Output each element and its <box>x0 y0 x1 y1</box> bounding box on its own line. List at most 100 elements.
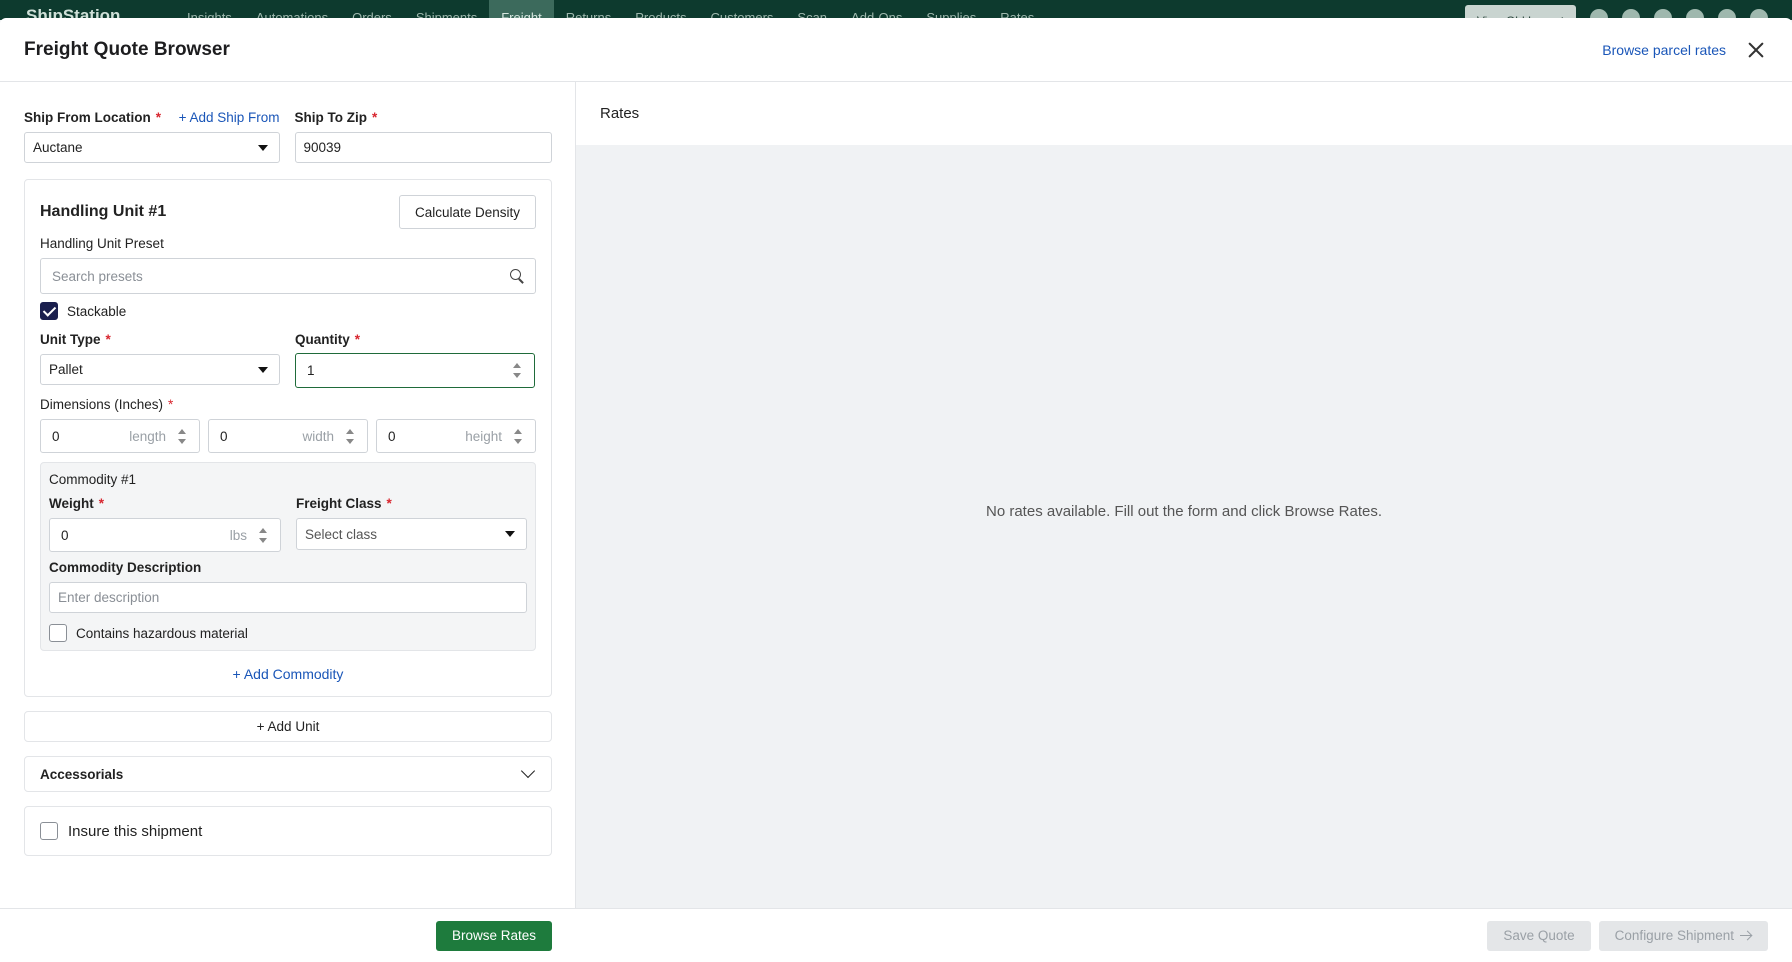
nav-item-customers[interactable]: Customers <box>699 0 786 20</box>
preset-label: Handling Unit Preset <box>40 236 164 251</box>
accessorials-label: Accessorials <box>40 766 124 782</box>
caret-down-icon <box>257 144 268 151</box>
insure-label: Insure this shipment <box>68 822 203 840</box>
ship-from-label: Ship From Location <box>24 110 151 125</box>
quote-form: Ship From Location * + Add Ship From Auc… <box>0 82 576 908</box>
stepper-arrows-icon[interactable] <box>513 363 521 378</box>
dimensions-label: Dimensions (Inches) <box>40 397 164 412</box>
nav-item-supplies[interactable]: Supplies <box>914 0 988 20</box>
stackable-label: Stackable <box>67 303 127 319</box>
commodity-description-input[interactable]: Enter description <box>49 582 527 613</box>
background-top-nav: ShipStation Insights Automations Orders … <box>0 0 1792 20</box>
ship-from-field: Ship From Location * + Add Ship From Auc… <box>24 110 280 163</box>
required-mark: * <box>371 110 378 125</box>
freight-class-placeholder: Select class <box>305 526 378 542</box>
nav-item-freight[interactable]: Freight <box>489 0 554 20</box>
nav-item-scan[interactable]: Scan <box>785 0 839 20</box>
browse-parcel-rates-link[interactable]: Browse parcel rates <box>1602 42 1726 58</box>
nav-item-returns[interactable]: Returns <box>554 0 624 20</box>
length-value: 0 <box>52 428 60 444</box>
configure-shipment-button[interactable]: Configure Shipment <box>1598 920 1768 951</box>
configure-shipment-label: Configure Shipment <box>1614 928 1734 943</box>
handling-unit-card: Handling Unit #1 Calculate Density Handl… <box>24 179 552 697</box>
nav-item-automations[interactable]: Automations <box>244 0 340 20</box>
quantity-value: 1 <box>307 363 315 378</box>
unit-type-field: Unit Type * Pallet <box>40 332 280 388</box>
freight-class-field: Freight Class * Select class <box>296 496 527 552</box>
quantity-field: Quantity * 1 <box>295 332 535 388</box>
unit-type-value: Pallet <box>49 362 83 377</box>
freight-quote-modal: Freight Quote Browser Browse parcel rate… <box>0 18 1792 962</box>
freight-class-label: Freight Class <box>296 496 382 511</box>
freight-class-select[interactable]: Select class <box>296 518 527 550</box>
accessorials-accordion[interactable]: Accessorials <box>24 756 552 792</box>
modal-header: Freight Quote Browser Browse parcel rate… <box>0 18 1792 82</box>
weight-field: Weight * 0 lbs <box>49 496 281 552</box>
weight-value: 0 <box>61 527 69 543</box>
save-quote-label: Save Quote <box>1503 928 1575 943</box>
hazardous-checkbox[interactable] <box>49 624 67 642</box>
weight-input[interactable]: 0 lbs <box>49 518 281 552</box>
required-mark: * <box>354 332 361 347</box>
required-mark: * <box>386 496 392 511</box>
ship-from-select[interactable]: Auctane <box>24 132 280 163</box>
browse-rates-button[interactable]: Browse Rates <box>435 920 552 951</box>
height-input[interactable]: 0 height <box>376 419 536 453</box>
search-icon <box>510 269 524 283</box>
ship-to-zip-input[interactable]: 90039 <box>294 132 552 163</box>
ship-to-zip-value: 90039 <box>303 140 342 155</box>
calculate-density-button[interactable]: Calculate Density <box>398 195 536 229</box>
nav-item-add-ons[interactable]: Add-Ons <box>839 0 914 20</box>
caret-down-icon <box>505 531 515 537</box>
required-mark: * <box>168 397 174 412</box>
length-input[interactable]: 0 length <box>40 419 200 453</box>
rates-panel: Rates No rates available. Fill out the f… <box>576 82 1792 908</box>
chevron-down-icon <box>520 763 536 779</box>
rates-empty-area: No rates available. Fill out the form an… <box>576 145 1792 908</box>
unit-type-label: Unit Type <box>40 332 101 347</box>
preset-search-placeholder: Search presets <box>52 268 143 284</box>
caret-down-icon <box>258 366 268 373</box>
modal-footer: Browse Rates Save Quote Configure Shipme… <box>0 908 1792 962</box>
preset-search-input[interactable]: Search presets <box>40 258 536 294</box>
commodity-description-placeholder: Enter description <box>58 590 160 605</box>
nav-item-products[interactable]: Products <box>623 0 698 20</box>
width-input[interactable]: 0 width <box>208 419 368 453</box>
commodity-description-label: Commodity Description <box>49 560 202 575</box>
brand-logo: ShipStation <box>26 6 121 20</box>
stepper-arrows-icon[interactable] <box>514 428 522 444</box>
stepper-arrows-icon[interactable] <box>346 428 354 444</box>
stepper-arrows-icon[interactable] <box>178 428 186 444</box>
insure-checkbox[interactable] <box>40 822 58 840</box>
height-value: 0 <box>388 428 396 444</box>
ship-to-label: Ship To Zip <box>294 110 367 125</box>
quantity-stepper[interactable]: 1 <box>295 353 535 388</box>
width-value: 0 <box>220 428 228 444</box>
hazardous-label: Contains hazardous material <box>76 625 248 641</box>
modal-title: Freight Quote Browser <box>24 38 230 60</box>
nav-item-rates[interactable]: Rates <box>988 0 1046 20</box>
nav-item-shipments[interactable]: Shipments <box>404 0 489 20</box>
close-icon[interactable] <box>1748 42 1764 58</box>
commodity-card: Commodity #1 Weight * 0 lbs Freight Clas… <box>40 462 536 651</box>
save-quote-button[interactable]: Save Quote <box>1487 920 1591 951</box>
modal-body: Ship From Location * + Add Ship From Auc… <box>0 82 1792 908</box>
unit-type-select[interactable]: Pallet <box>40 354 280 385</box>
weight-label: Weight <box>49 496 94 511</box>
add-commodity-link[interactable]: + Add Commodity <box>233 666 344 682</box>
nav-item-insights[interactable]: Insights <box>175 0 244 20</box>
rates-heading: Rates <box>576 82 1792 145</box>
stepper-arrows-icon[interactable] <box>259 527 267 543</box>
stackable-checkbox[interactable] <box>40 302 58 320</box>
required-mark: * <box>155 110 162 125</box>
add-ship-from-link[interactable]: + Add Ship From <box>179 110 280 125</box>
required-mark: * <box>105 332 111 347</box>
length-suffix: length <box>129 428 166 444</box>
height-suffix: height <box>465 428 502 444</box>
commodity-title: Commodity #1 <box>49 472 137 487</box>
required-mark: * <box>98 496 105 511</box>
handling-unit-title: Handling Unit #1 <box>40 203 167 220</box>
width-suffix: width <box>302 428 334 444</box>
nav-item-orders[interactable]: Orders <box>340 0 404 20</box>
add-unit-button[interactable]: + Add Unit <box>24 711 552 742</box>
